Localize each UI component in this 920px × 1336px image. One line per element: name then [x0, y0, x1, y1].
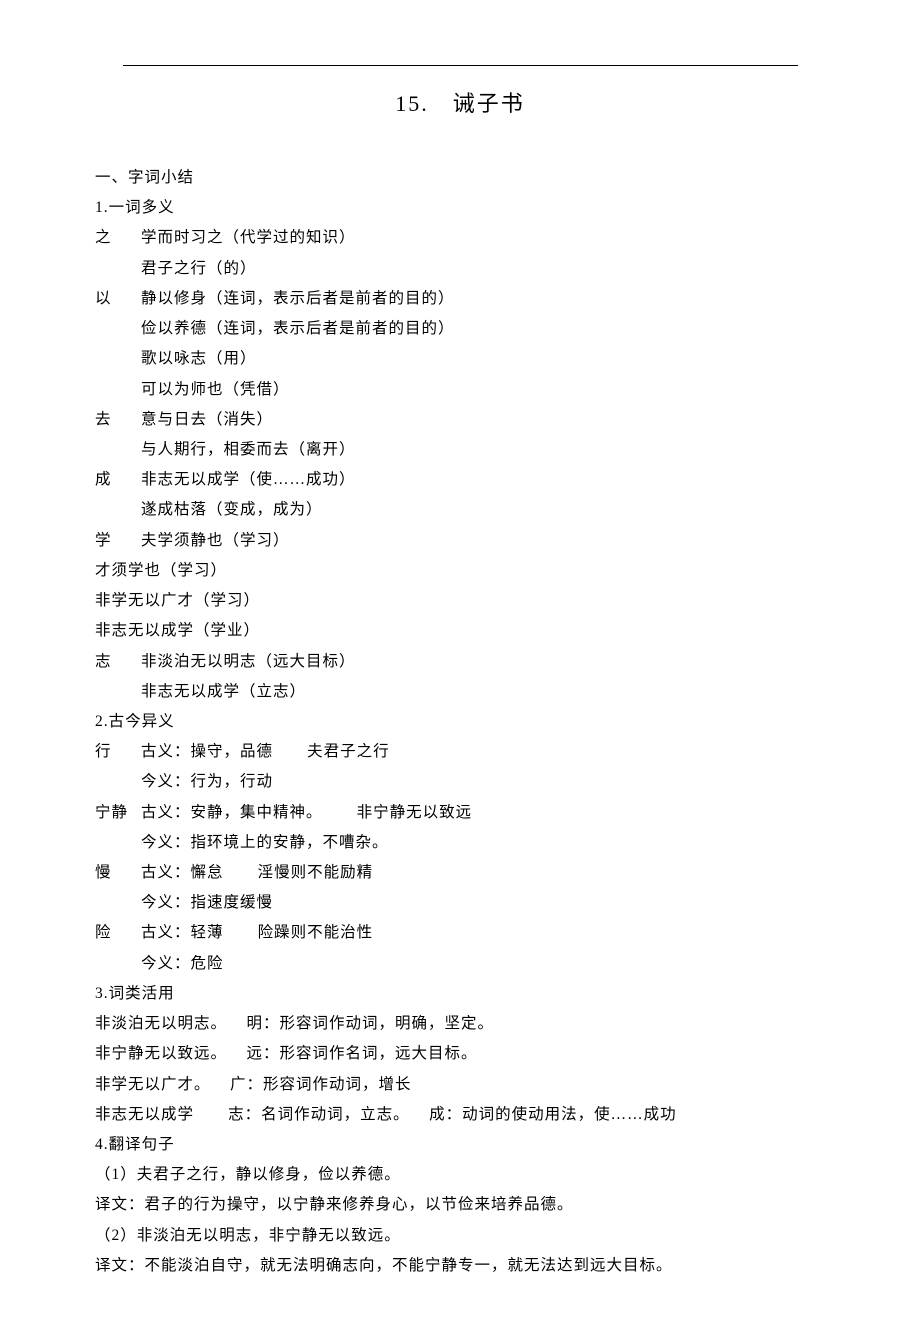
entry-text: 非宁静无以致远。 远：形容词作名词，远大目标。: [95, 1039, 825, 1069]
translation-text: 译文：君子的行为操守，以宁静来修养身心，以节俭来培养品德。: [95, 1190, 825, 1220]
entry-text: 遂成枯落（变成，成为）: [95, 495, 825, 525]
word-head: 宁静: [95, 798, 141, 828]
entry-text: 今义：行为，行动: [95, 767, 825, 797]
entry-text: 君子之行（的）: [95, 254, 825, 284]
entry-text: 非志无以成学 志：名词作动词，立志。 成：动词的使动用法，使……成功: [95, 1100, 825, 1130]
entry-text: 古义：懈怠 淫慢则不能励精: [141, 864, 373, 881]
entry-row: 险古义：轻薄 险躁则不能治性: [95, 918, 825, 948]
entry-row: 以静以修身（连词，表示后者是前者的目的）: [95, 284, 825, 314]
entry-text: 与人期行，相委而去（离开）: [95, 435, 825, 465]
section-heading: 一、字词小结: [95, 163, 825, 193]
entry-text: 才须学也（学习）: [95, 556, 825, 586]
entry-text: 今义：指环境上的安静，不嘈杂。: [95, 828, 825, 858]
entry-text: 古义：安静，集中精神。 非宁静无以致远: [141, 804, 472, 821]
header-rule: [123, 65, 798, 66]
document-title: 15. 诫子书: [95, 86, 825, 118]
word-head: 成: [95, 465, 141, 495]
word-head: 之: [95, 223, 141, 253]
word-head: 学: [95, 526, 141, 556]
entry-row: 行古义：操守，品德 夫君子之行: [95, 737, 825, 767]
subsection-heading: 2.古今异义: [95, 707, 825, 737]
entry-text: 古义：操守，品德 夫君子之行: [141, 743, 390, 760]
entry-row: 宁静古义：安静，集中精神。 非宁静无以致远: [95, 798, 825, 828]
entry-text: 今义：危险: [95, 949, 825, 979]
document-page: 15. 诫子书 一、字词小结 1.一词多义 之学而时习之（代学过的知识） 君子之行…: [0, 0, 920, 1336]
entry-text: 夫学须静也（学习）: [141, 532, 290, 549]
entry-text: 可以为师也（凭借）: [95, 375, 825, 405]
entry-text: 歌以咏志（用）: [95, 344, 825, 374]
title-name: 诫子书: [453, 91, 525, 116]
entry-row: 学夫学须静也（学习）: [95, 526, 825, 556]
translation-source: （2）非淡泊无以明志，非宁静无以致远。: [95, 1221, 825, 1251]
subsection-heading: 3.词类活用: [95, 979, 825, 1009]
entry-row: 之学而时习之（代学过的知识）: [95, 223, 825, 253]
subsection-heading: 4.翻译句子: [95, 1130, 825, 1160]
entry-text: 意与日去（消失）: [141, 411, 273, 428]
title-number: 15.: [395, 91, 429, 116]
word-head: 慢: [95, 858, 141, 888]
entry-text: 学而时习之（代学过的知识）: [141, 229, 356, 246]
entry-text: 非志无以成学（学业）: [95, 616, 825, 646]
translation-text: 译文：不能淡泊自守，就无法明确志向，不能宁静专一，就无法达到远大目标。: [95, 1251, 825, 1281]
translation-source: （1）夫君子之行，静以修身，俭以养德。: [95, 1160, 825, 1190]
document-body: 一、字词小结 1.一词多义 之学而时习之（代学过的知识） 君子之行（的） 以静以…: [95, 163, 825, 1281]
subsection-heading: 1.一词多义: [95, 193, 825, 223]
entry-text: 非学无以广才（学习）: [95, 586, 825, 616]
entry-row: 志非淡泊无以明志（远大目标）: [95, 647, 825, 677]
entry-text: 静以修身（连词，表示后者是前者的目的）: [141, 290, 455, 307]
entry-text: 非学无以广才。 广：形容词作动词，增长: [95, 1070, 825, 1100]
entry-text: 俭以养德（连词，表示后者是前者的目的）: [95, 314, 825, 344]
entry-text: 非淡泊无以明志（远大目标）: [141, 653, 356, 670]
entry-text: 今义：指速度缓慢: [95, 888, 825, 918]
entry-row: 成非志无以成学（使……成功）: [95, 465, 825, 495]
word-head: 去: [95, 405, 141, 435]
entry-text: 古义：轻薄 险躁则不能治性: [141, 924, 373, 941]
entry-text: 非志无以成学（立志）: [95, 677, 825, 707]
entry-row: 去意与日去（消失）: [95, 405, 825, 435]
entry-text: 非志无以成学（使……成功）: [141, 471, 356, 488]
word-head: 志: [95, 647, 141, 677]
word-head: 以: [95, 284, 141, 314]
word-head: 险: [95, 918, 141, 948]
entry-row: 慢古义：懈怠 淫慢则不能励精: [95, 858, 825, 888]
word-head: 行: [95, 737, 141, 767]
entry-text: 非淡泊无以明志。 明：形容词作动词，明确，坚定。: [95, 1009, 825, 1039]
